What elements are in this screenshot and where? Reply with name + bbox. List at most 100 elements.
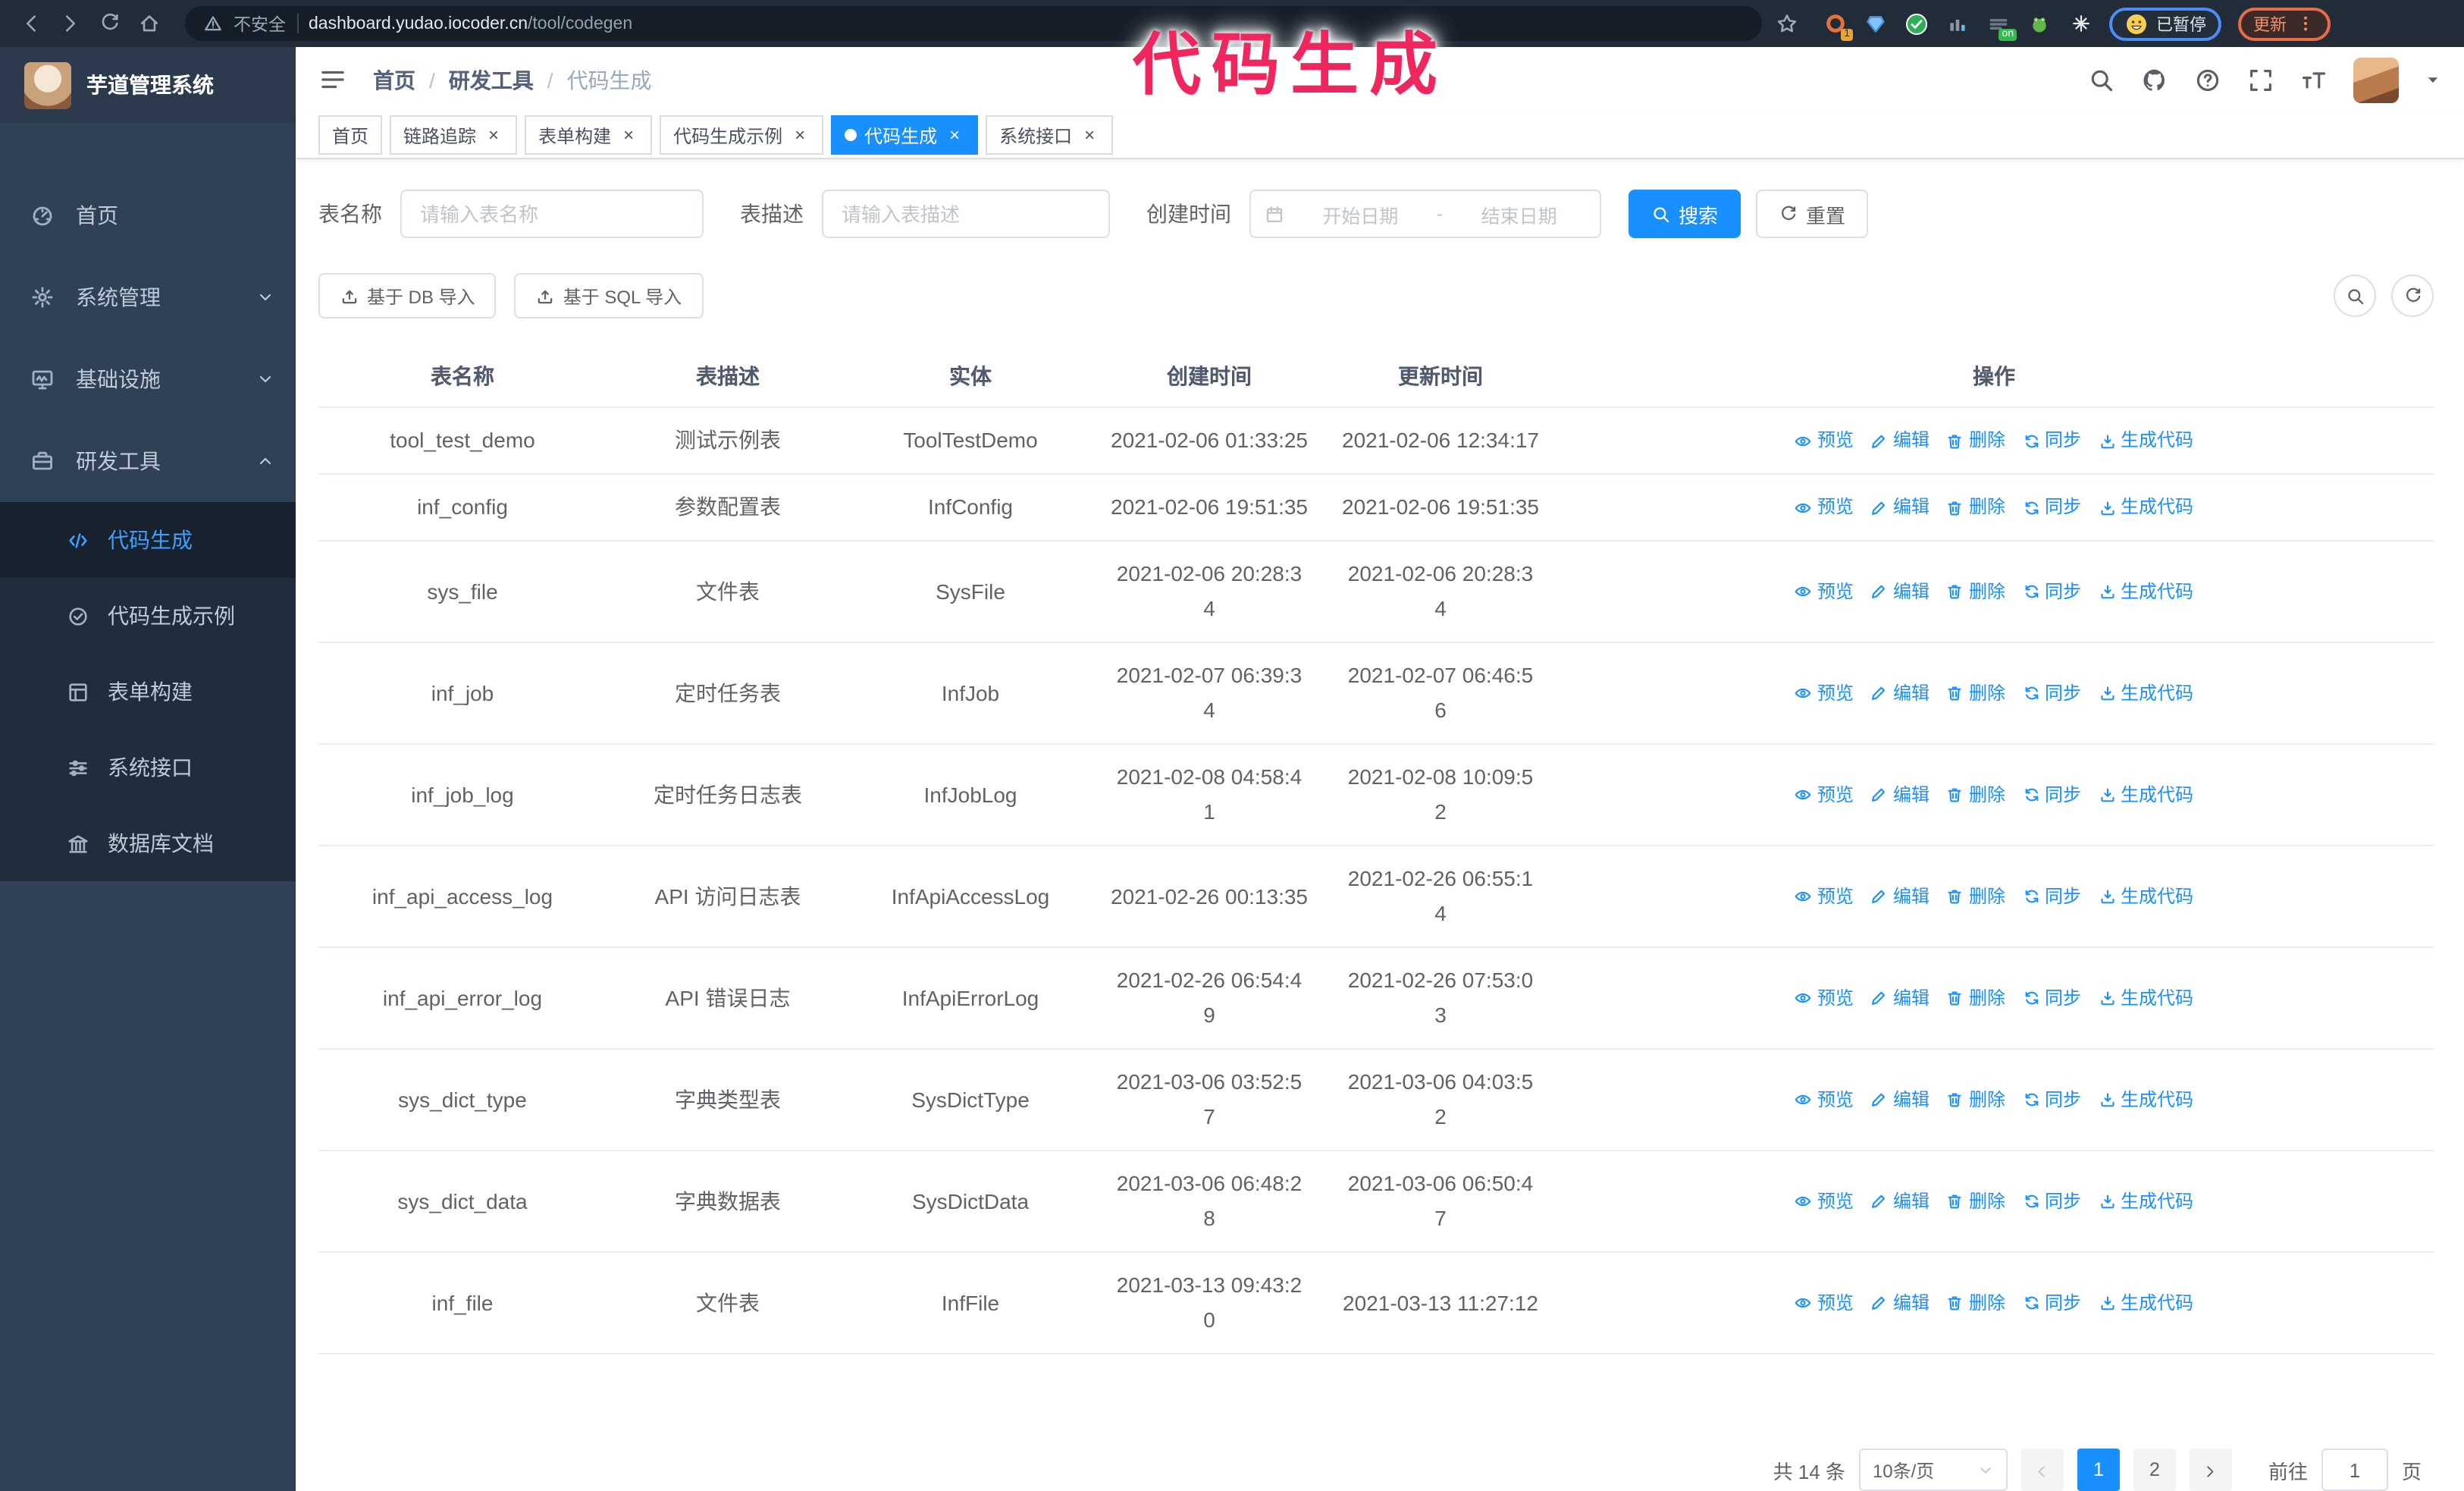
extension-frog-icon[interactable]: [2027, 11, 2052, 36]
action-2[interactable]: 删除: [1946, 777, 2005, 812]
action-1[interactable]: 编辑: [1870, 1184, 1930, 1219]
action-2[interactable]: 删除: [1946, 1082, 2005, 1117]
breadcrumb-item[interactable]: 首页: [373, 65, 415, 96]
extension-check-icon[interactable]: [1904, 11, 1929, 36]
action-3[interactable]: 同步: [2022, 1184, 2081, 1219]
action-1[interactable]: 编辑: [1870, 574, 1930, 609]
action-4[interactable]: 生成代码: [2098, 981, 2193, 1015]
action-4[interactable]: 生成代码: [2098, 1184, 2193, 1219]
extension-switch-icon[interactable]: on: [1986, 11, 2017, 40]
action-4[interactable]: 生成代码: [2098, 879, 2193, 914]
app-logo[interactable]: 芋道管理系统: [0, 47, 296, 123]
bookmark-star-icon[interactable]: [1771, 8, 1801, 39]
table-desc-input[interactable]: [822, 190, 1110, 238]
extension-ring-icon[interactable]: 1: [1823, 11, 1853, 40]
close-icon[interactable]: ×: [1080, 126, 1099, 146]
sidebar-subitem-4[interactable]: 数据库文档: [0, 805, 296, 881]
sidebar-item-0[interactable]: 首页: [0, 174, 296, 256]
search-button[interactable]: 搜索: [1629, 190, 1741, 238]
page-button-2[interactable]: 2: [2133, 1449, 2176, 1491]
extension-stats-icon[interactable]: [1945, 11, 1970, 36]
browser-menu-icon[interactable]: [2296, 14, 2315, 33]
close-icon[interactable]: ×: [790, 126, 810, 146]
table-name-input[interactable]: [400, 190, 704, 238]
action-4[interactable]: 生成代码: [2098, 1285, 2193, 1320]
refresh-table-button[interactable]: [2391, 275, 2434, 317]
action-3[interactable]: 同步: [2022, 423, 2081, 458]
close-icon[interactable]: ×: [484, 126, 503, 146]
github-icon[interactable]: [2141, 67, 2168, 94]
browser-reload-icon[interactable]: [94, 8, 124, 39]
action-0[interactable]: 预览: [1795, 574, 1854, 609]
browser-update-button[interactable]: 更新: [2238, 7, 2331, 40]
page-button-1[interactable]: 1: [2077, 1449, 2120, 1491]
browser-back-icon[interactable]: [15, 8, 45, 39]
user-menu-caret-icon[interactable]: [2425, 72, 2441, 89]
goto-page-input[interactable]: [2321, 1449, 2388, 1491]
action-0[interactable]: 预览: [1795, 490, 1854, 525]
next-page-button[interactable]: [2189, 1449, 2232, 1491]
tab-5[interactable]: 系统接口 ×: [986, 115, 1114, 155]
show-search-button[interactable]: [2334, 275, 2376, 317]
sidebar-item-3[interactable]: 研发工具: [0, 420, 296, 502]
font-size-icon[interactable]: [2300, 67, 2328, 94]
action-2[interactable]: 删除: [1946, 981, 2005, 1015]
action-3[interactable]: 同步: [2022, 981, 2081, 1015]
extension-puzzle-icon[interactable]: [2068, 11, 2093, 36]
action-1[interactable]: 编辑: [1870, 777, 1930, 812]
import-sql-button[interactable]: 基于 SQL 导入: [514, 273, 704, 319]
import-db-button[interactable]: 基于 DB 导入: [318, 273, 497, 319]
reset-button[interactable]: 重置: [1756, 190, 1869, 238]
sidebar-subitem-3[interactable]: 系统接口: [0, 730, 296, 805]
search-icon[interactable]: [2088, 67, 2115, 94]
sidebar-subitem-0[interactable]: 代码生成: [0, 502, 296, 578]
action-0[interactable]: 预览: [1795, 1184, 1854, 1219]
hamburger-icon[interactable]: [318, 65, 349, 96]
action-3[interactable]: 同步: [2022, 490, 2081, 525]
action-3[interactable]: 同步: [2022, 574, 2081, 609]
user-avatar[interactable]: [2353, 57, 2399, 103]
action-2[interactable]: 删除: [1946, 574, 2005, 609]
action-1[interactable]: 编辑: [1870, 423, 1930, 458]
action-4[interactable]: 生成代码: [2098, 574, 2193, 609]
security-warning-icon[interactable]: [203, 14, 223, 33]
action-1[interactable]: 编辑: [1870, 981, 1930, 1015]
browser-forward-icon[interactable]: [55, 8, 85, 39]
action-1[interactable]: 编辑: [1870, 1285, 1930, 1320]
action-3[interactable]: 同步: [2022, 676, 2081, 711]
action-3[interactable]: 同步: [2022, 879, 2081, 914]
action-0[interactable]: 预览: [1795, 423, 1854, 458]
sidebar-subitem-1[interactable]: 代码生成示例: [0, 578, 296, 654]
close-icon[interactable]: ×: [619, 126, 638, 146]
action-0[interactable]: 预览: [1795, 676, 1854, 711]
action-0[interactable]: 预览: [1795, 1285, 1854, 1320]
tab-2[interactable]: 表单构建 ×: [525, 115, 653, 155]
action-1[interactable]: 编辑: [1870, 1082, 1930, 1117]
close-icon[interactable]: ×: [945, 126, 964, 146]
date-start-placeholder[interactable]: 开始日期: [1293, 199, 1428, 228]
sidebar-item-2[interactable]: 基础设施: [0, 338, 296, 420]
date-end-placeholder[interactable]: 结束日期: [1452, 199, 1586, 228]
action-0[interactable]: 预览: [1795, 981, 1854, 1015]
action-0[interactable]: 预览: [1795, 879, 1854, 914]
tab-1[interactable]: 链路追踪 ×: [390, 115, 518, 155]
date-range-picker[interactable]: 开始日期 - 结束日期: [1249, 190, 1601, 238]
breadcrumb-item[interactable]: 研发工具: [449, 65, 534, 96]
action-0[interactable]: 预览: [1795, 1082, 1854, 1117]
extension-gem-icon[interactable]: [1864, 11, 1888, 36]
action-0[interactable]: 预览: [1795, 777, 1854, 812]
action-1[interactable]: 编辑: [1870, 676, 1930, 711]
browser-home-icon[interactable]: [133, 8, 164, 39]
action-4[interactable]: 生成代码: [2098, 676, 2193, 711]
action-2[interactable]: 删除: [1946, 423, 2005, 458]
action-2[interactable]: 删除: [1946, 676, 2005, 711]
sidebar-subitem-2[interactable]: 表单构建: [0, 654, 296, 730]
tab-0[interactable]: 首页: [318, 115, 383, 155]
tab-4[interactable]: 代码生成 ×: [831, 115, 979, 155]
action-3[interactable]: 同步: [2022, 1285, 2081, 1320]
action-4[interactable]: 生成代码: [2098, 423, 2193, 458]
action-3[interactable]: 同步: [2022, 777, 2081, 812]
action-1[interactable]: 编辑: [1870, 879, 1930, 914]
prev-page-button[interactable]: [2020, 1449, 2064, 1491]
help-icon[interactable]: [2194, 67, 2221, 94]
